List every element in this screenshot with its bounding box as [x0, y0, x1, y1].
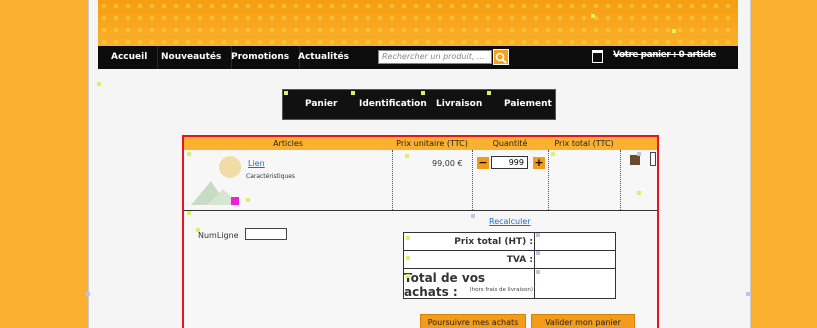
search-button[interactable]: [493, 49, 509, 65]
tva-row: TVA :: [404, 251, 615, 269]
edit-marker: [421, 91, 425, 95]
edit-marker: [536, 270, 540, 274]
edit-marker: [97, 82, 101, 86]
col-divider: [472, 150, 473, 210]
cart-summary[interactable]: Votre panier : 0 article: [613, 50, 716, 60]
col-unit-price: Prix unitaire (TTC): [396, 139, 468, 148]
cart-table-header: Articles Prix unitaire (TTC) Quantité Pr…: [184, 137, 657, 150]
cart-icon[interactable]: [592, 50, 603, 63]
search-icon: [495, 52, 507, 64]
nav-accueil[interactable]: Accueil: [101, 46, 159, 69]
edit-marker: [187, 152, 191, 156]
product-characteristics: Caractéristiques: [246, 173, 296, 180]
grand-total-row: Total de vos achats : (hors frais de liv…: [404, 269, 615, 299]
row-divider: [184, 210, 657, 211]
edit-marker: [187, 211, 191, 215]
edit-marker: [672, 29, 676, 33]
step-paiement: Paiement: [504, 99, 552, 109]
checkout-steps: Panier Identification Livraison Paiement: [282, 89, 556, 120]
header-banner: [98, 0, 738, 46]
col-divider: [548, 150, 549, 210]
frais-note: (hors frais de livraison): [469, 287, 533, 293]
tva-label: TVA :: [506, 255, 533, 265]
nav-actualites[interactable]: Actualités: [288, 46, 359, 69]
edit-marker: [406, 236, 410, 240]
step-livraison: Livraison: [436, 99, 483, 109]
edit-marker: [86, 292, 90, 296]
product-image-placeholder: [191, 156, 241, 205]
delete-icon[interactable]: [630, 155, 640, 165]
col-articles: Articles: [273, 139, 303, 148]
total-ht-value: [534, 233, 615, 250]
quantity-input[interactable]: 999: [491, 156, 528, 169]
total-ht-row: Prix total (HT) :: [404, 233, 615, 251]
product-link[interactable]: Lien: [248, 159, 265, 168]
qty-increase-button[interactable]: +: [533, 157, 545, 169]
edit-marker: [487, 91, 491, 95]
recalculate-link[interactable]: Recalculer: [489, 217, 531, 226]
totals-table: Prix total (HT) : TVA : Total de vos ach…: [403, 232, 616, 299]
col-divider: [392, 150, 393, 210]
grand-total-label: Total de vos achats :: [404, 271, 486, 299]
total-ht-label: Prix total (HT) :: [454, 237, 533, 247]
edit-marker: [406, 274, 410, 278]
edit-marker: [351, 91, 355, 95]
validate-cart-button[interactable]: Valider mon panier: [531, 314, 635, 328]
step-panier: Panier: [305, 99, 338, 109]
row-scroll-handle[interactable]: [650, 152, 656, 166]
qty-decrease-button[interactable]: −: [477, 157, 489, 169]
edit-marker: [637, 191, 641, 195]
tva-value: [534, 251, 615, 268]
edit-marker: [196, 228, 200, 232]
edit-marker: [246, 198, 250, 202]
continue-shopping-button[interactable]: Poursuivre mes achats: [420, 314, 526, 328]
edit-marker: [591, 14, 595, 18]
edit-marker: [536, 233, 540, 237]
step-identification: Identification: [359, 99, 427, 109]
edit-marker: [536, 251, 540, 255]
search-input[interactable]: Rechercher un produit, ...: [378, 50, 492, 64]
numligne-input[interactable]: [245, 228, 287, 240]
edit-marker: [637, 152, 641, 156]
col-divider: [620, 150, 621, 210]
edit-marker: [405, 154, 409, 158]
edit-marker: [471, 214, 475, 218]
col-quantity: Quantité: [492, 139, 528, 148]
edit-marker: [284, 91, 288, 95]
cart-table: Articles Prix unitaire (TTC) Quantité Pr…: [182, 135, 659, 328]
edit-marker: [406, 256, 410, 260]
unit-price-value: 99,00 €: [432, 159, 463, 168]
edit-marker: [746, 292, 750, 296]
col-total-price: Prix total (TTC): [554, 139, 614, 148]
grand-total-value: [534, 269, 615, 298]
numligne-label: NumLigne: [198, 231, 239, 240]
edit-marker: [551, 152, 555, 156]
